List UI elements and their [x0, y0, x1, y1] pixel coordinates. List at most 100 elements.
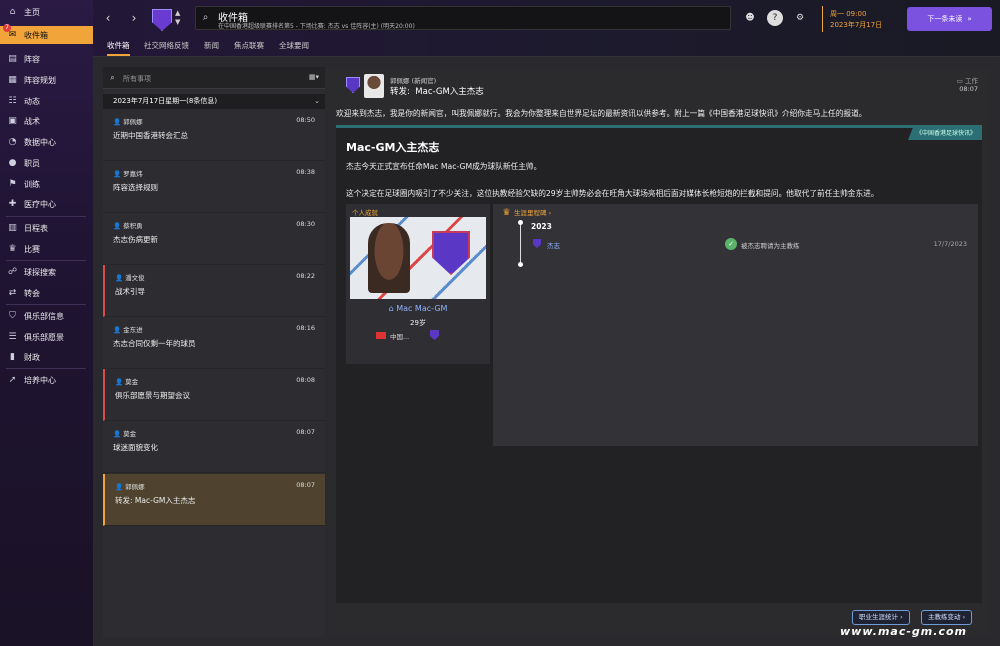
career-stats-button[interactable]: 职业生涯统计 › [852, 610, 910, 625]
career-milestones-label[interactable]: ♛ 生涯里程碑 › [501, 207, 551, 218]
tab-news[interactable]: 新闻 [204, 40, 219, 54]
sidebar-item-calendar[interactable]: ▥ 日程表 [0, 219, 93, 237]
message-time: 08:30 [296, 220, 315, 228]
sidebar-item-competitions[interactable]: ♛ 比赛 [0, 240, 93, 258]
sender-name: 金东进 [123, 326, 143, 334]
filter-dropdown[interactable]: ▦▾ [309, 73, 319, 81]
inbox-list-panel: ⌕ 所有事项 ▦▾ 2023年7月17日星期一(8条信息) ⌄ 👤 郭佩娜 08:… [103, 67, 325, 637]
search-icon[interactable]: ⌕ [200, 12, 211, 23]
next-unread-label: 下一条未读 [927, 15, 963, 23]
message-sender: 👤 郭佩娜 [115, 481, 145, 491]
sidebar-item-label: 职员 [24, 158, 40, 168]
sender-name: 潘文俊 [125, 274, 145, 282]
article-paragraph: 杰志今天正式宣布任命Mac Mac-GM成为球队新任主帅。 [346, 162, 542, 171]
career-stats-label: 职业生涯统计 [859, 613, 898, 621]
sidebar-item-label: 阵容 [24, 54, 40, 64]
message-from[interactable]: 郭佩娜 (新闻官) [390, 75, 436, 85]
sidebar-item-staff[interactable]: ● 职员 [0, 154, 93, 172]
message-subject: 阵容选择规则 [113, 183, 158, 192]
inbox-message[interactable]: 👤 罗嘉炜 08:38 阵容选择规则 [103, 161, 325, 213]
game-date[interactable]: 周一 09:00 2023年7月17日 [822, 6, 902, 32]
sidebar-item-development[interactable]: ➚ 培养中心 [0, 371, 93, 389]
tab-inbox[interactable]: 收件箱 [107, 40, 130, 56]
message-subject: 战术引导 [115, 287, 145, 296]
sidebar-item-label: 战术 [24, 116, 40, 126]
sender-avatar[interactable] [364, 74, 384, 98]
timeline-dot [518, 220, 523, 225]
sidebar-item-medical[interactable]: ✚ 医疗中心 [0, 195, 93, 213]
help-icon[interactable]: ? [767, 10, 783, 26]
career-milestones: ♛ 生涯里程碑 › 2023 杰志 ✓ 被杰志聘请为主教练 17/7/2023 [493, 204, 978, 446]
club-crest[interactable] [152, 9, 172, 31]
sidebar-item-training[interactable]: ⚑ 训练 [0, 175, 93, 193]
sidebar-item-label: 财政 [24, 352, 40, 362]
back-button[interactable]: ‹ [100, 10, 116, 26]
inbox-message[interactable]: 👤 潘文俊 08:22 战术引导 [103, 265, 325, 317]
club-crest-small [533, 239, 541, 248]
sidebar-item-inbox[interactable]: 7 ✉ 收件箱 [0, 24, 93, 44]
inbox-message[interactable]: 👤 莫金 08:07 球迷面貌变化 [103, 421, 325, 473]
sidebar: ⌂ 主页 7 ✉ 收件箱 ▤ 阵容 ▦ 阵容规划 ☷ 动态 ▣ 战术 ◔ 数据中心 ● 职员 ⚑ 训… [0, 0, 93, 646]
sidebar-item-tactics[interactable]: ▣ 战术 [0, 112, 93, 130]
squad-planner-icon: ▦ [8, 75, 17, 85]
date-group-header[interactable]: 2023年7月17日星期一(8条信息) ⌄ [103, 94, 325, 109]
game-day-time: 周一 09:00 [830, 10, 867, 18]
search-input[interactable]: 所有事项 [123, 74, 151, 84]
chevron-right-icon: › [960, 613, 966, 621]
sidebar-item-label: 球探搜索 [24, 267, 56, 277]
sidebar-item-squad[interactable]: ▤ 阵容 [0, 50, 93, 68]
manager-profile-card[interactable]: 个人成就 ⌂ Mac Mac-GM 29岁 中国... [346, 204, 490, 364]
gear-icon[interactable]: ⚙ [792, 10, 808, 26]
message-time: 08:22 [296, 272, 315, 280]
message-reader: 郭佩娜 (新闻官) 转发: Mac-GM入主杰志 ▭ 工作 08:07 欢迎来到… [326, 67, 990, 637]
chevron-down-icon: ⌄ [314, 97, 320, 105]
sidebar-item-label: 培养中心 [24, 375, 56, 385]
article-title: Mac-GM入主杰志 [346, 141, 440, 154]
forward-button[interactable]: › [126, 10, 142, 26]
message-time: 08:07 [959, 85, 978, 93]
page-title-box: ⌕ 收件箱 在中国香港超级联赛排名第5 - 下场比赛: 杰志 vs 佳阵容(主)… [195, 6, 731, 30]
sidebar-item-home[interactable]: ⌂ 主页 [0, 3, 93, 21]
watermark: www.mac-gm.com [840, 625, 967, 638]
tab-global-news[interactable]: 全球要闻 [279, 40, 309, 54]
sidebar-item-data-hub[interactable]: ◔ 数据中心 [0, 133, 93, 151]
club-crest-small[interactable] [430, 330, 439, 340]
sidebar-item-dynamics[interactable]: ☷ 动态 [0, 92, 93, 110]
career-label-text: 生涯里程碑 [514, 209, 547, 217]
next-unread-button[interactable]: 下一条未读 » [907, 7, 992, 31]
timeline-club[interactable]: 杰志 [547, 240, 560, 250]
inbox-message[interactable]: 👤 金东进 08:16 杰志合同仅剩一年的球员 [103, 317, 325, 369]
club-crest [346, 77, 360, 93]
chevron-left-icon: ‹ [105, 11, 111, 25]
person-icon: 👤 [115, 274, 126, 282]
message-subject: 近期中国香港转会汇总 [113, 131, 188, 140]
profile-card-label: 个人成就 [352, 209, 378, 217]
manager-age: 29岁 [410, 319, 426, 327]
data-hub-icon: ◔ [8, 137, 17, 147]
sidebar-item-club-info[interactable]: ⛉ 俱乐部信息 [0, 307, 93, 325]
inbox-search[interactable]: ⌕ 所有事项 ▦▾ [103, 67, 325, 89]
category-label: 工作 [965, 77, 978, 85]
sidebar-item-label: 训练 [24, 179, 40, 189]
inbox-message[interactable]: 👤 蔡积勇 08:30 杰志伤病更新 [103, 213, 325, 265]
manager-changes-button[interactable]: 主教练变动 › [921, 610, 973, 625]
tab-focus-leagues[interactable]: 焦点联赛 [234, 40, 264, 54]
manager-name[interactable]: ⌂ Mac Mac-GM [346, 304, 490, 313]
finances-icon: ▮ [10, 352, 15, 362]
sidebar-item-club-vision[interactable]: ☰ 俱乐部愿景 [0, 328, 93, 346]
sidebar-item-squad-planner[interactable]: ▦ 阵容规划 [0, 71, 93, 89]
person-icon: 👤 [113, 170, 124, 178]
article-paragraph: 这个决定在足球圈内吸引了不少关注，这位执教经验欠缺的29岁主帅势必会在旺角大球场… [346, 189, 879, 198]
sidebar-item-transfers[interactable]: ⇄ 转会 [0, 284, 93, 302]
sidebar-item-scouting[interactable]: ☍ 球探搜索 [0, 263, 93, 281]
inbox-message[interactable]: 👤 郭佩娜 08:50 近期中国香港转会汇总 [103, 109, 325, 161]
sender-name: 郭佩娜 [125, 483, 145, 491]
message-sender: 👤 莫金 [113, 428, 136, 438]
inbox-message-selected[interactable]: 👤 郭佩娜 08:07 转发: Mac-GM入主杰志 [103, 474, 325, 526]
assistant-icon[interactable]: ☻ [742, 10, 758, 26]
tab-social-feedback[interactable]: 社交网络反馈 [144, 40, 189, 54]
club-switcher[interactable]: ▲ ▼ [175, 9, 180, 27]
sidebar-item-finances[interactable]: ▮ 财政 [0, 348, 93, 366]
inbox-message[interactable]: 👤 莫金 08:08 俱乐部愿景与期望会议 [103, 369, 325, 421]
timeline-date: 17/7/2023 [933, 240, 967, 248]
